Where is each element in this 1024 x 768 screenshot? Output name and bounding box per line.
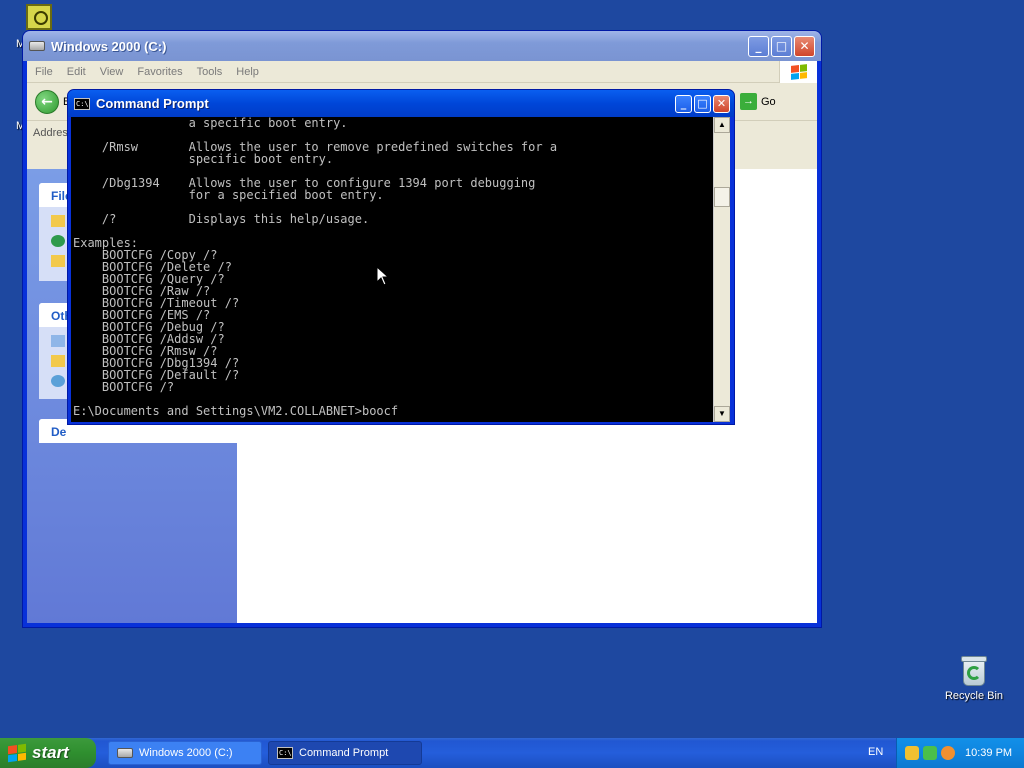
cmd-icon: C:\ [74,97,90,110]
command-prompt-window[interactable]: C:\ Command Prompt _ □ ✕ a specific boot… [67,89,735,425]
shortcut-picture-icon [26,4,52,30]
my-documents-icon [51,355,65,367]
cmd-minimize-button[interactable]: _ [675,94,692,113]
system-tray: 10:39 PM [896,738,1024,768]
security-shield-icon[interactable] [905,746,919,760]
share-folder-icon [51,255,65,267]
taskbar-button-label: Windows 2000 (C:) [139,747,233,759]
menu-tools[interactable]: Tools [197,66,223,78]
mouse-pointer-icon [376,266,390,286]
windows-flag-icon [790,63,807,80]
network-icon[interactable] [923,746,937,760]
console-text: a specific boot entry. /Rmsw Allows the … [73,117,558,418]
drive-icon [117,748,133,758]
folder-icon [51,215,65,227]
menu-bar: File Edit View Favorites Tools Help [27,60,817,83]
scroll-up-icon[interactable]: ▲ [714,117,730,133]
recycle-bin-icon [961,656,987,686]
address-label: Addres [33,127,68,139]
go-arrow-icon: → [740,93,757,110]
desktop-shortcut-icon[interactable] [26,4,54,30]
recycle-bin-label: Recycle Bin [944,690,1004,702]
taskbar-button-label: Command Prompt [299,747,389,759]
menu-file[interactable]: File [35,66,53,78]
search-icon[interactable] [941,746,955,760]
cmd-icon: C:\ [277,747,293,759]
windows-logo [779,60,817,83]
minimize-button[interactable]: _ [748,35,769,57]
language-indicator[interactable]: EN [868,746,883,758]
scroll-down-icon[interactable]: ▼ [714,406,730,422]
recycle-bin[interactable]: Recycle Bin [940,656,1008,702]
cmd-title: Command Prompt [96,96,209,111]
explorer-title: Windows 2000 (C:) [51,38,167,54]
clock[interactable]: 10:39 PM [965,747,1012,759]
network-places-icon [51,375,65,387]
taskbar: start Windows 2000 (C:) C:\ Command Prom… [0,738,1024,768]
taskbar-button-cmd[interactable]: C:\ Command Prompt [268,741,422,765]
start-button[interactable]: start [0,738,96,768]
web-publish-icon [51,235,65,247]
back-arrow-icon[interactable]: ← [35,89,59,114]
my-computer-icon [51,335,65,347]
console-scrollbar[interactable]: ▲ ▼ [713,117,730,422]
menu-favorites[interactable]: Favorites [137,66,182,78]
menu-edit[interactable]: Edit [67,66,86,78]
menu-help[interactable]: Help [236,66,259,78]
windows-flag-icon [8,743,26,763]
scroll-thumb[interactable] [714,187,730,207]
explorer-titlebar[interactable]: Windows 2000 (C:) _ □ ✕ [23,31,821,61]
start-label: start [32,743,69,762]
go-label: Go [761,95,776,108]
maximize-button[interactable]: □ [771,35,792,57]
close-button[interactable]: ✕ [794,35,815,57]
console-output[interactable]: a specific boot entry. /Rmsw Allows the … [71,117,713,422]
menu-view[interactable]: View [100,66,124,78]
cmd-titlebar[interactable]: C:\ Command Prompt _ □ ✕ [68,90,734,117]
go-button[interactable]: → Go [740,93,776,110]
cmd-close-button[interactable]: ✕ [713,94,730,113]
cmd-maximize-button[interactable]: □ [694,94,711,113]
drive-icon [29,41,45,51]
taskbar-button-explorer[interactable]: Windows 2000 (C:) [108,741,262,765]
